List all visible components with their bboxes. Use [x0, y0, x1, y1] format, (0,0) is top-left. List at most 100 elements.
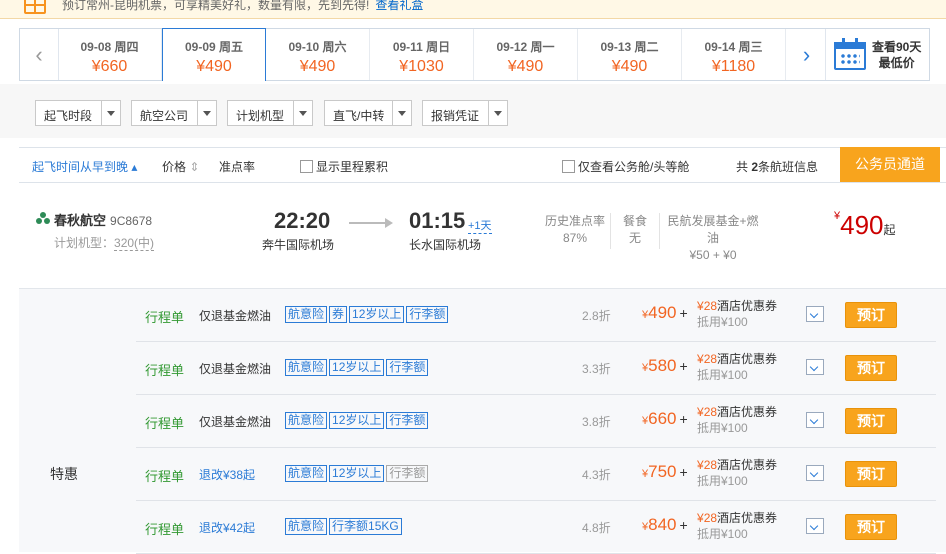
filter-dropdown[interactable]: 起飞时段 [35, 100, 121, 126]
book-button[interactable]: 预订 [845, 514, 897, 540]
cabin-price: ¥750 + [642, 462, 688, 482]
cabin-tag[interactable]: 航意险 [285, 465, 328, 482]
arrival-airport: 长水国际机场 [409, 238, 482, 252]
filter-dropdown[interactable]: 航空公司 [131, 100, 217, 126]
chevron-down-icon[interactable] [806, 412, 824, 428]
calendar-icon[interactable] [834, 38, 866, 70]
promo-text: 预订常州-昆明机票，可享精美好礼，数量有限，先到先得! 查看礼盒 [62, 0, 423, 13]
promo-link[interactable]: 查看礼盒 [375, 0, 423, 12]
date-item[interactable]: 09-13 周二 ¥490 [578, 29, 682, 80]
sort-arrows-icon: ▴ [131, 160, 138, 174]
receipt-label[interactable]: 行程单 [145, 360, 184, 379]
coupon-amount: ¥28 [697, 405, 718, 419]
hotel-coupon: ¥28酒店优惠券 抵用¥100 [697, 510, 777, 542]
checkbox-icon [300, 160, 313, 173]
civil-servant-button[interactable]: 公务员通道 [840, 147, 940, 182]
receipt-label[interactable]: 行程单 [145, 307, 184, 326]
cabin-tag[interactable]: 行李额 [386, 359, 429, 376]
book-button[interactable]: 预订 [845, 355, 897, 381]
plane-type-value[interactable]: 320(中) [114, 236, 155, 251]
cabin-category: 特惠 [50, 466, 78, 482]
refund-rule[interactable]: 退改¥38起 [199, 466, 255, 483]
coupon-amount-value: 28 [703, 352, 718, 366]
cabin-tag[interactable]: 12岁以上 [329, 412, 385, 429]
date-price: ¥490 [507, 58, 544, 75]
plus-sign: + [679, 358, 688, 374]
chevron-down-icon [101, 101, 120, 125]
cabin-tag[interactable]: 行李额 [386, 412, 429, 429]
ontime-label: 历史准点率 [545, 214, 606, 228]
cabin-tag[interactable]: 航意险 [285, 412, 328, 429]
chevron-left-icon[interactable]: ‹ [20, 29, 59, 80]
cabin-tag[interactable]: 行李额 [386, 465, 429, 482]
price-number: 750 [648, 462, 677, 481]
see-90-days-lowest[interactable]: 查看90天 最低价 [872, 39, 921, 71]
chevron-down-icon[interactable] [806, 359, 824, 375]
sort-price[interactable]: 价格 ⇕ [162, 158, 199, 175]
promo-banner: 预订常州-昆明机票，可享精美好礼，数量有限，先到先得! 查看礼盒 [0, 0, 946, 19]
cabin-tag[interactable]: 行李额15KG [329, 518, 402, 535]
count-prefix: 共 [736, 160, 749, 174]
book-button[interactable]: 预订 [845, 461, 897, 487]
divider [659, 213, 660, 249]
mileage-label: 显示里程累积 [316, 160, 389, 174]
receipt-label[interactable]: 行程单 [145, 519, 184, 538]
checkbox-icon [562, 160, 575, 173]
cabin-list: 特惠 行程单 仅退基金燃油 航意险券 12岁以上 行李额 2.8折 ¥490 + ¥28酒店优惠… [19, 289, 946, 554]
coupon-offset: 抵用¥100 [697, 368, 748, 382]
ontime-rate: 历史准点率 87% [545, 213, 605, 247]
sort-ontime[interactable]: 准点率 [219, 158, 255, 175]
discount: 4.8折 [582, 521, 611, 535]
date-label: 09-14 周三 [704, 40, 763, 54]
date-item[interactable]: 09-11 周日 ¥1030 [370, 29, 474, 80]
date-label: 09-11 周日 [392, 40, 451, 54]
cabin-tag[interactable]: 行李额 [406, 306, 449, 323]
coupon-amount: ¥28 [697, 299, 718, 313]
chevron-down-icon[interactable] [806, 518, 824, 534]
date-item[interactable]: 09-12 周一 ¥490 [474, 29, 578, 80]
date-item[interactable]: 09-10 周六 ¥490 [266, 29, 370, 80]
discount: 4.3折 [582, 468, 611, 482]
mileage-checkbox[interactable]: 显示里程累积 [300, 158, 388, 175]
price-number: 660 [648, 409, 677, 428]
airline-label: 春秋航空 [54, 213, 107, 228]
receipt-label[interactable]: 行程单 [145, 413, 184, 432]
coupon-amount-value: 28 [703, 405, 718, 419]
cabin-row: 行程单 仅退基金燃油 航意险 12岁以上 行李额 3.8折 ¥660 + ¥28酒店优惠券 抵用¥… [136, 395, 936, 448]
business-only-checkbox[interactable]: 仅查看公务舱/头等舱 [562, 158, 689, 175]
cabin-tag[interactable]: 12岁以上 [349, 306, 405, 323]
next-day-badge[interactable]: +1天 [468, 217, 492, 234]
date-price: ¥1030 [399, 58, 444, 75]
date-item[interactable]: 09-14 周三 ¥1180 [682, 29, 786, 80]
count-suffix: 条航班信息 [758, 160, 819, 174]
filter-dropdown[interactable]: 报销凭证 [422, 100, 508, 126]
chevron-down-icon[interactable] [806, 465, 824, 481]
coupon-label: 酒店优惠券 [717, 405, 778, 419]
cabin-tag[interactable]: 12岁以上 [329, 465, 385, 482]
cabin-tag[interactable]: 航意险 [285, 518, 328, 535]
coupon-offset: 抵用¥100 [697, 315, 748, 329]
sort-price-label: 价格 [162, 160, 187, 174]
coupon-label: 酒店优惠券 [717, 352, 778, 366]
cabin-tags: 航意险券 12岁以上 行李额 [285, 306, 450, 323]
receipt-label[interactable]: 行程单 [145, 466, 184, 485]
book-button[interactable]: 预订 [845, 302, 897, 328]
chevron-right-icon[interactable]: › [788, 29, 826, 80]
sort-departure-time[interactable]: 起飞时间从早到晚 ▴ [32, 158, 137, 175]
cabin-tag[interactable]: 12岁以上 [329, 359, 385, 376]
date-price: ¥490 [196, 58, 232, 75]
chevron-down-icon[interactable] [806, 306, 824, 322]
book-button[interactable]: 预订 [845, 408, 897, 434]
filter-dropdown[interactable]: 计划机型 [227, 100, 313, 126]
refund-rule[interactable]: 退改¥42起 [199, 519, 255, 536]
departure-time: 22:20 [274, 208, 331, 233]
cabin-tag[interactable]: 航意险 [285, 359, 328, 376]
cabin-tag[interactable]: 券 [329, 306, 348, 323]
fund-value: ¥50 + ¥0 [689, 248, 737, 262]
cabin-tag[interactable]: 航意险 [285, 306, 328, 323]
date-item[interactable]: 09-08 周四 ¥660 [58, 29, 162, 80]
filter-dropdown[interactable]: 直飞/中转 [324, 100, 412, 126]
fund-fuel-fee: 民航发展基金+燃油 ¥50 + ¥0 [665, 213, 761, 264]
date-item[interactable]: 09-09 周五 ¥490 [162, 28, 266, 81]
date-label: 09-12 周一 [496, 40, 555, 54]
